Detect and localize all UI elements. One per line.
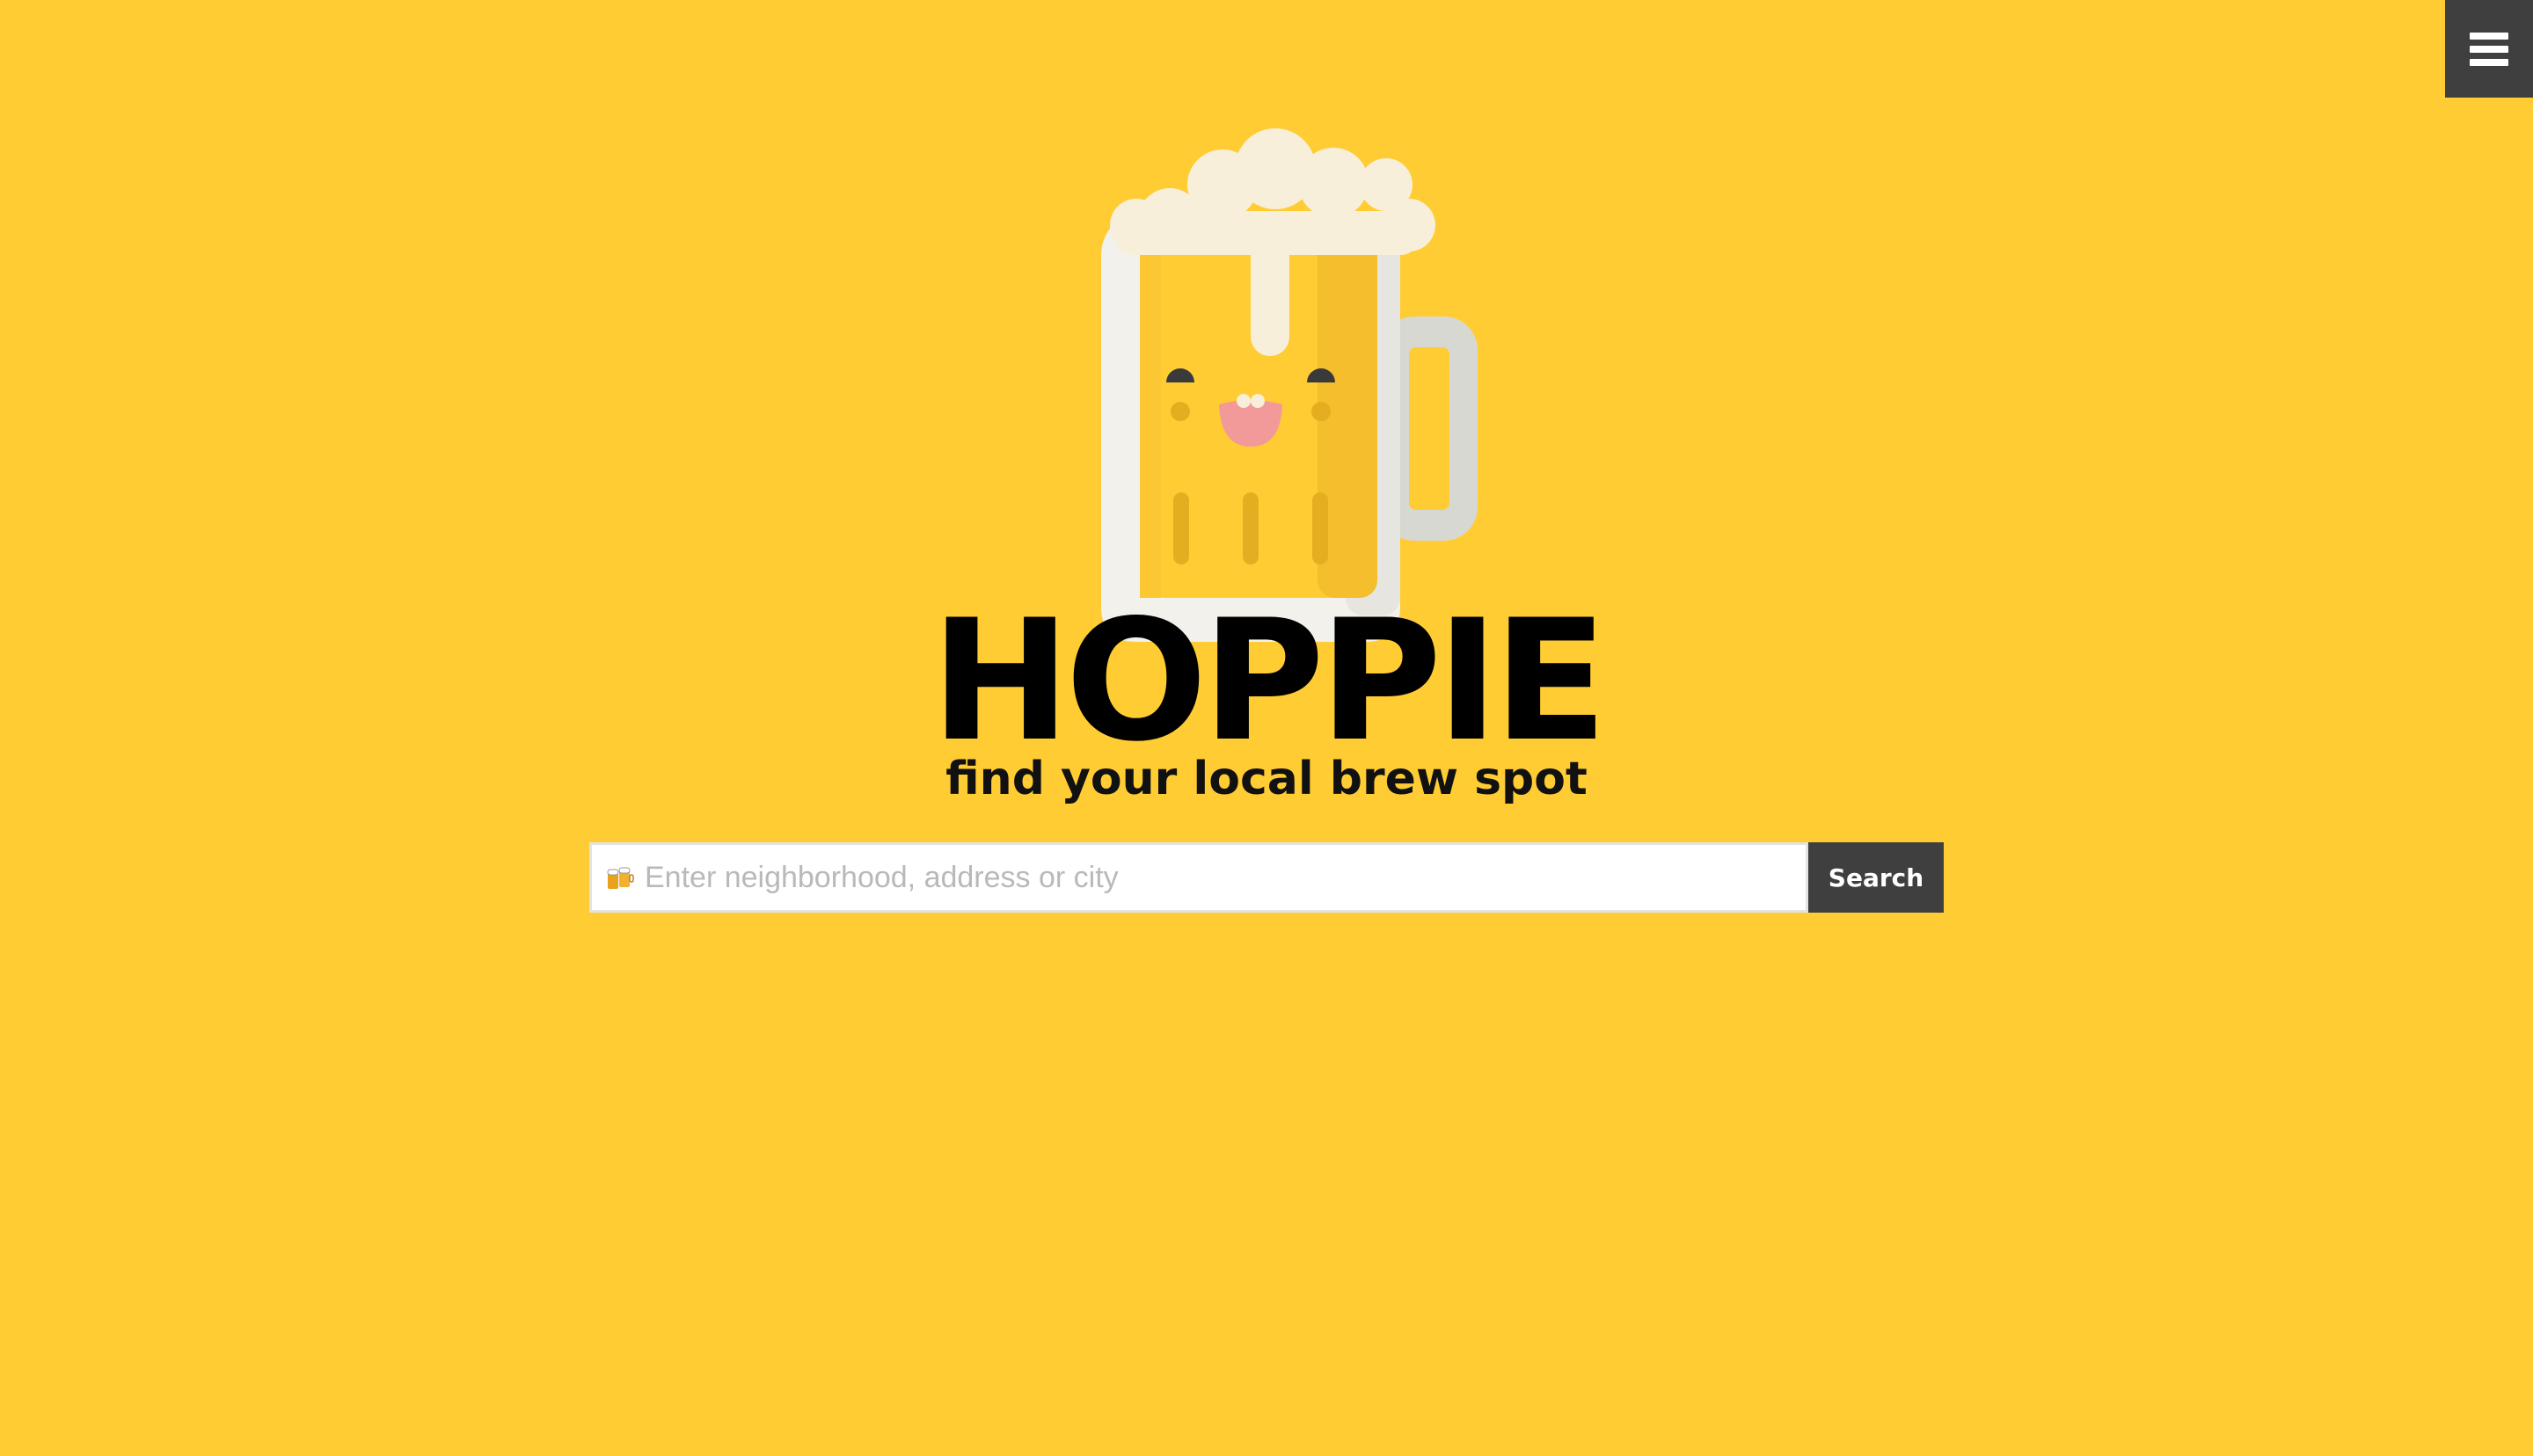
hamburger-menu-icon bbox=[2470, 32, 2508, 66]
site-title: HOPPIE bbox=[931, 584, 1608, 778]
search-input[interactable] bbox=[645, 847, 1806, 908]
beer-mug-mascot-icon bbox=[1101, 128, 1478, 659]
menu-button[interactable] bbox=[2445, 0, 2533, 98]
beers-emoji-icon bbox=[607, 867, 634, 889]
brand-block: HOPPIE find your local brew spot bbox=[0, 584, 2533, 806]
search-field[interactable] bbox=[589, 842, 1808, 913]
search-button[interactable]: Search bbox=[1808, 842, 1944, 913]
search-form: Search bbox=[589, 842, 1944, 913]
site-tagline: find your local brew spot bbox=[945, 753, 1588, 805]
